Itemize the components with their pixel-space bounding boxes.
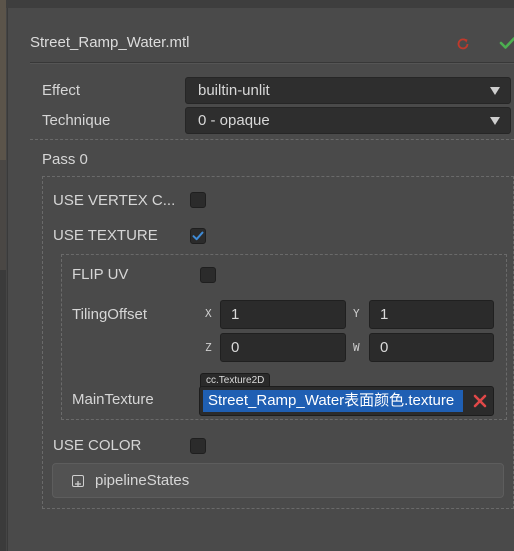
z-axis-label: Z: [205, 341, 212, 354]
expand-plus-icon[interactable]: [72, 475, 84, 487]
chevron-down-icon: [490, 117, 500, 125]
main-texture-value[interactable]: Street_Ramp_Water表面颜色.texture: [203, 390, 463, 412]
effect-label: Effect: [42, 82, 81, 99]
asset-title: Street_Ramp_Water.mtl: [30, 34, 190, 51]
window-top-strip: [0, 0, 514, 8]
checkmark-icon[interactable]: [497, 33, 514, 53]
offset-z-input[interactable]: 0: [220, 333, 346, 362]
offset-w-input[interactable]: 0: [369, 333, 494, 362]
checkmark-icon: [192, 231, 204, 241]
use-vertex-color-checkbox[interactable]: [190, 192, 206, 208]
close-icon[interactable]: [472, 393, 488, 409]
technique-label: Technique: [42, 112, 111, 129]
flip-uv-label: FLIP UV: [72, 266, 129, 283]
main-texture-label: MainTexture: [72, 391, 154, 408]
header-divider: [30, 62, 514, 64]
x-axis-label: X: [205, 307, 212, 320]
pipeline-states-foldout[interactable]: pipelineStates: [52, 463, 504, 498]
pass-label: Pass 0: [42, 151, 88, 168]
use-color-checkbox[interactable]: [190, 438, 206, 454]
pass-divider: [30, 139, 514, 140]
revert-icon[interactable]: [455, 36, 471, 52]
use-texture-checkbox[interactable]: [190, 228, 206, 244]
tiling-offset-label: TilingOffset: [72, 306, 148, 323]
chevron-down-icon: [490, 87, 500, 95]
flip-uv-checkbox[interactable]: [200, 267, 216, 283]
use-texture-label: USE TEXTURE: [53, 227, 158, 244]
technique-dropdown[interactable]: 0 - opaque: [185, 107, 511, 134]
main-texture-field[interactable]: Street_Ramp_Water表面颜色.texture: [199, 386, 494, 416]
scene-edge-strip: [0, 0, 6, 551]
effect-value: builtin-unlit: [198, 82, 270, 99]
tiling-y-input[interactable]: 1: [369, 300, 494, 329]
effect-dropdown[interactable]: builtin-unlit: [185, 77, 511, 104]
use-vertex-color-label: USE VERTEX C...: [53, 192, 176, 209]
w-axis-label: W: [353, 341, 360, 354]
use-color-label: USE COLOR: [53, 437, 142, 454]
tiling-x-input[interactable]: 1: [220, 300, 346, 329]
technique-value: 0 - opaque: [198, 112, 270, 129]
pipeline-states-label: pipelineStates: [95, 472, 190, 489]
y-axis-label: Y: [353, 307, 360, 320]
